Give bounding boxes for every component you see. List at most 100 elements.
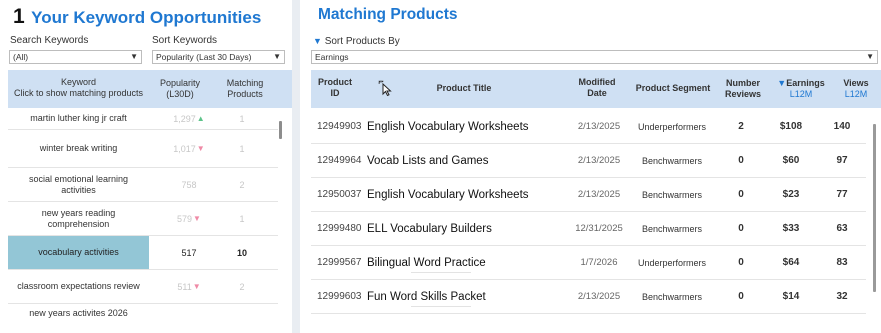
product-earnings: $33 (782, 223, 800, 234)
product-id: 12949903 (317, 121, 362, 132)
product-id: 12949964 (317, 155, 362, 166)
keyword-popularity: 758 (181, 179, 197, 190)
matching-column-header[interactable]: Matching Products (211, 78, 279, 100)
product-id-column-header[interactable]: Product ID (313, 77, 357, 99)
product-title[interactable]: ELL Vocabulary Builders (367, 212, 492, 245)
product-earnings: $64 (782, 257, 800, 268)
product-modified-date: 2/13/2025 (577, 291, 621, 302)
product-title[interactable]: Bilingual Word Practice (367, 246, 486, 279)
product-earnings: $14 (782, 291, 800, 302)
sort-keywords-value: Popularity (Last 30 Days) (156, 52, 252, 62)
product-views: 97 (836, 155, 848, 166)
product-modified-date: 2/13/2025 (577, 189, 621, 200)
keyword-row[interactable]: social emotional learning activities 758… (8, 168, 278, 202)
views-column-header[interactable]: Views L12M (837, 78, 875, 100)
sort-keywords-label: Sort Keywords (152, 35, 218, 46)
products-list-scrollbar[interactable] (873, 124, 876, 292)
trend-down-icon: ▼ (193, 214, 201, 223)
earnings-column-header[interactable]: ▼Earnings L12M (775, 78, 827, 100)
product-title[interactable]: English Vocabulary Worksheets (367, 178, 529, 211)
product-id: 12950037 (317, 189, 362, 200)
search-keywords-value: (All) (13, 52, 29, 62)
product-row[interactable]: 12949903 English Vocabulary Worksheets 2… (311, 110, 866, 144)
keyword-popularity: 1,017 ▼ (173, 143, 205, 154)
views-period: L12M (844, 89, 868, 99)
matching-column-sub: Products (227, 89, 263, 99)
truncated-subtitle-line (411, 306, 471, 307)
keyword-panel-heading: Your Keyword Opportunities (31, 8, 262, 27)
product-views: 63 (836, 223, 848, 234)
product-earnings: $60 (782, 155, 800, 166)
product-earnings: $23 (782, 189, 800, 200)
number-reviews-column-header[interactable]: Number Reviews (721, 78, 765, 100)
keyword-row-selected[interactable]: vocabulary activities 517 10 (8, 236, 278, 270)
product-earnings: $108 (779, 121, 803, 132)
product-reviews: 0 (738, 257, 744, 268)
keyword-matching-count: 10 (236, 247, 247, 258)
step-number: 1 (13, 5, 25, 28)
popularity-column-header[interactable]: Popularity (L30D) (149, 78, 211, 100)
product-title[interactable]: Vocab Lists and Games (367, 144, 488, 177)
keyword-text: classroom expectations review (17, 281, 140, 291)
product-row[interactable]: 12949964 Vocab Lists and Games 2/13/2025… (311, 144, 866, 178)
products-table-header: Product ID Product Title Modified Date P… (311, 70, 881, 108)
product-segment: Benchwarmers (641, 189, 703, 200)
keyword-row[interactable]: classroom expectations review 511 ▼ 2 (8, 270, 278, 304)
keyword-list-scrollbar[interactable] (279, 121, 282, 139)
search-keywords-label: Search Keywords (10, 35, 89, 46)
product-segment: Underperformers (637, 121, 707, 132)
product-id: 12999567 (317, 257, 362, 268)
keyword-list: martin luther king jr craft 1,297 ▲ 1 win… (8, 108, 278, 330)
product-segment-column-header[interactable]: Product Segment (631, 83, 715, 94)
product-modified-date: 1/7/2026 (580, 257, 618, 268)
popularity-column-label: Popularity (159, 78, 201, 88)
trend-up-icon: ▲ (196, 114, 205, 123)
product-views: 77 (836, 189, 848, 200)
trend-down-icon: ▼ (192, 282, 201, 291)
product-row[interactable]: 12999603 Fun Word Skills Packet 2/13/202… (311, 280, 866, 314)
keyword-text: social emotional learning activities (28, 173, 129, 195)
product-row[interactable]: 12999480 ELL Vocabulary Builders 12/31/2… (311, 212, 866, 246)
product-title[interactable]: English Vocabulary Worksheets (367, 110, 529, 143)
sort-products-label-text: Sort Products By (324, 36, 400, 47)
product-segment: Benchwarmers (641, 155, 703, 166)
product-row[interactable]: 12950037 English Vocabulary Worksheets 2… (311, 178, 866, 212)
pointer-cursor-icon (378, 80, 392, 97)
reviews-label-2: Reviews (724, 89, 762, 99)
product-segment: Benchwarmers (641, 291, 703, 302)
sort-products-value: Earnings (315, 52, 349, 62)
popularity-column-sub: (L30D) (166, 89, 194, 99)
keyword-row[interactable]: new years reading comprehension 579 ▼ 1 (8, 202, 278, 236)
modified-label: Modified (578, 77, 616, 87)
keyword-panel-title: 1 Your Keyword Opportunities (13, 5, 261, 29)
keyword-column-header[interactable]: Keyword Click to show matching products (8, 77, 149, 99)
product-row[interactable]: 12999567 Bilingual Word Practice 1/7/202… (311, 246, 866, 280)
search-keywords-select[interactable]: (All) ▼ (9, 50, 142, 64)
product-id-label: Product (317, 77, 352, 87)
filter-triangle-icon: ▼ (313, 36, 322, 46)
reviews-label: Number (725, 78, 760, 88)
keyword-row[interactable]: new years activites 2026 (8, 304, 278, 322)
product-id: 12999480 (317, 223, 362, 234)
product-title[interactable]: Fun Word Skills Packet (367, 280, 486, 313)
product-title-column-header[interactable]: Product Title (414, 83, 514, 94)
keyword-row[interactable]: martin luther king jr craft 1,297 ▲ 1 (8, 108, 278, 130)
keyword-matching-count: 2 (239, 281, 245, 292)
modified-date-column-header[interactable]: Modified Date (567, 77, 627, 99)
products-panel-title: Matching Products (318, 6, 458, 23)
keyword-matching-count: 2 (239, 179, 245, 190)
chevron-down-icon: ▼ (273, 52, 281, 61)
keyword-text: new years activites 2026 (29, 307, 128, 318)
keyword-opportunities-panel: 1 Your Keyword Opportunities Search Keyw… (0, 0, 292, 333)
modified-label-2: Date (587, 88, 607, 98)
sort-keywords-select[interactable]: Popularity (Last 30 Days) ▼ (152, 50, 285, 64)
sort-products-select[interactable]: Earnings ▼ (311, 50, 878, 64)
chevron-down-icon: ▼ (130, 52, 138, 61)
keyword-popularity: 511 ▼ (177, 281, 201, 292)
truncated-subtitle-line (411, 272, 471, 273)
keyword-row[interactable]: winter break writing 1,017 ▼ 1 (8, 130, 278, 168)
keyword-text: new years reading comprehension (41, 207, 116, 229)
product-modified-date: 2/13/2025 (577, 155, 621, 166)
keyword-column-label: Keyword (60, 77, 96, 87)
sort-descending-icon: ▼ (777, 78, 787, 88)
